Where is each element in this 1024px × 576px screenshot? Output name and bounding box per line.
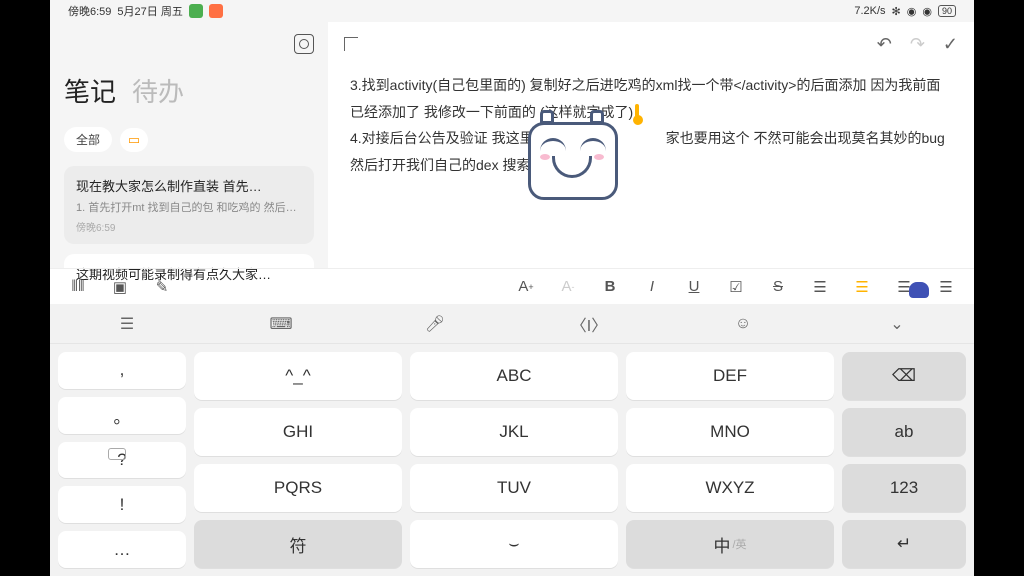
kb-collapse-icon[interactable]: ⌄ <box>820 314 974 334</box>
editor-line-4: 4.对接后台公告及验证 我这里对家也要用这个 不然可能会出现莫名其妙的bug <box>350 125 952 152</box>
key-backspace[interactable]: ⌫ <box>842 352 966 400</box>
key-wxyz[interactable]: WXYZ <box>626 464 834 512</box>
filter-all[interactable]: 全部 <box>64 127 112 152</box>
key-pqrs[interactable]: PQRS <box>194 464 402 512</box>
bluetooth-icon: ✻ <box>892 5 901 18</box>
editor-pane: ↶ ↷ ✓ 3.找到activity(自己包里面的) 复制好之后进吃鸡的xml找… <box>328 22 974 268</box>
voice-icon[interactable]: ⦀⦀ <box>60 273 96 301</box>
editor-content[interactable]: 3.找到activity(自己包里面的) 复制好之后进吃鸡的xml找一个带</a… <box>328 66 974 268</box>
font-decrease[interactable]: A- <box>550 273 586 301</box>
status-badge-1 <box>189 4 203 18</box>
italic-button[interactable]: I <box>634 273 670 301</box>
confirm-icon[interactable]: ✓ <box>943 34 958 55</box>
key-space[interactable]: ⌣ <box>410 520 618 568</box>
status-date: 5月27日 周五 <box>117 3 182 19</box>
kb-mic-icon[interactable]: 🎤︎ <box>358 314 512 334</box>
kb-keyboard-icon[interactable]: ⌨ <box>204 314 358 334</box>
key-symbol[interactable]: 符 <box>194 520 402 568</box>
keyboard: ☰ ⌨ 🎤︎ 〈I〉 ☺ ⌄ , 。 ? ! … ^_^ ABC DEF <box>50 304 974 576</box>
kb-float-icon[interactable] <box>108 448 126 460</box>
note-card-active[interactable]: 现在教大家怎么制作直装 首先… 1. 首先打开mt 找到自己的包 和吃鸡的 然后… <box>64 166 314 244</box>
assistant-avatar[interactable] <box>909 282 929 298</box>
key-period[interactable]: 。 <box>58 397 186 434</box>
key-exclaim[interactable]: ! <box>58 486 186 523</box>
undo-icon[interactable]: ↶ <box>877 34 892 55</box>
note-title: 现在教大家怎么制作直装 首先… <box>76 176 302 195</box>
sticker-image <box>518 104 628 204</box>
note-time: 傍晚6:59 <box>76 219 302 234</box>
format-toolbar: ⦀⦀ ▣ ✎ A+ A- B I U ☑ S ☰ ☰ ☰ ☰ <box>50 268 974 304</box>
key-language[interactable]: 中/英 <box>626 520 834 568</box>
kb-emoji-icon[interactable]: ☺ <box>666 315 820 333</box>
status-net: 7.2K/s <box>854 5 885 17</box>
kb-menu-icon[interactable]: ☰ <box>50 314 204 334</box>
tab-todo[interactable]: 待办 <box>132 72 184 109</box>
status-badge-2 <box>209 4 223 18</box>
status-bar: 傍晚6:59 5月27日 周五 7.2K/s ✻ ◉ ◉ 90 <box>50 0 974 22</box>
tab-notes[interactable]: 笔记 <box>64 72 116 109</box>
key-jkl[interactable]: JKL <box>410 408 618 456</box>
kb-cursor-icon[interactable]: 〈I〉 <box>512 312 666 336</box>
key-ghi[interactable]: GHI <box>194 408 402 456</box>
battery-icon: 90 <box>938 5 956 17</box>
underline-button[interactable]: U <box>676 273 712 301</box>
key-enter[interactable]: ↵ <box>842 520 966 568</box>
align-right-button[interactable]: ☰ <box>928 273 964 301</box>
key-123[interactable]: 123 <box>842 464 966 512</box>
list-button[interactable]: ☰ <box>802 273 838 301</box>
note-preview: 1. 首先打开mt 找到自己的包 和吃鸡的 然后把as… <box>76 199 302 215</box>
key-comma[interactable]: , <box>58 352 186 389</box>
key-def[interactable]: DEF <box>626 352 834 400</box>
status-time: 傍晚6:59 <box>68 3 111 19</box>
key-ellipsis[interactable]: … <box>58 531 186 568</box>
key-abc[interactable]: ABC <box>410 352 618 400</box>
sidebar: 笔记 待办 全部 ▭ 现在教大家怎么制作直装 首先… 1. 首先打开mt 找到自… <box>50 22 328 268</box>
redo-icon[interactable]: ↷ <box>910 34 925 55</box>
dnd-icon: ◉ <box>907 5 917 18</box>
wifi-icon: ◉ <box>922 5 932 18</box>
checklist-button[interactable]: ☑ <box>718 273 754 301</box>
key-mno[interactable]: MNO <box>626 408 834 456</box>
font-increase[interactable]: A+ <box>508 273 544 301</box>
key-ab[interactable]: ab <box>842 408 966 456</box>
fullscreen-icon[interactable] <box>344 37 358 51</box>
folder-button[interactable]: ▭ <box>120 128 148 152</box>
editor-line-3: 3.找到activity(自己包里面的) 复制好之后进吃鸡的xml找一个带</a… <box>350 72 952 125</box>
editor-line-5: 然后打开我们自己的dex 搜索 <box>350 152 952 179</box>
align-left-button[interactable]: ☰ <box>844 273 880 301</box>
key-tuv[interactable]: TUV <box>410 464 618 512</box>
key-kaomoji[interactable]: ^_^ <box>194 352 402 400</box>
bold-button[interactable]: B <box>592 273 628 301</box>
settings-icon[interactable] <box>294 34 314 54</box>
image-icon[interactable]: ▣ <box>102 273 138 301</box>
strike-button[interactable]: S <box>760 273 796 301</box>
draw-icon[interactable]: ✎ <box>144 273 180 301</box>
